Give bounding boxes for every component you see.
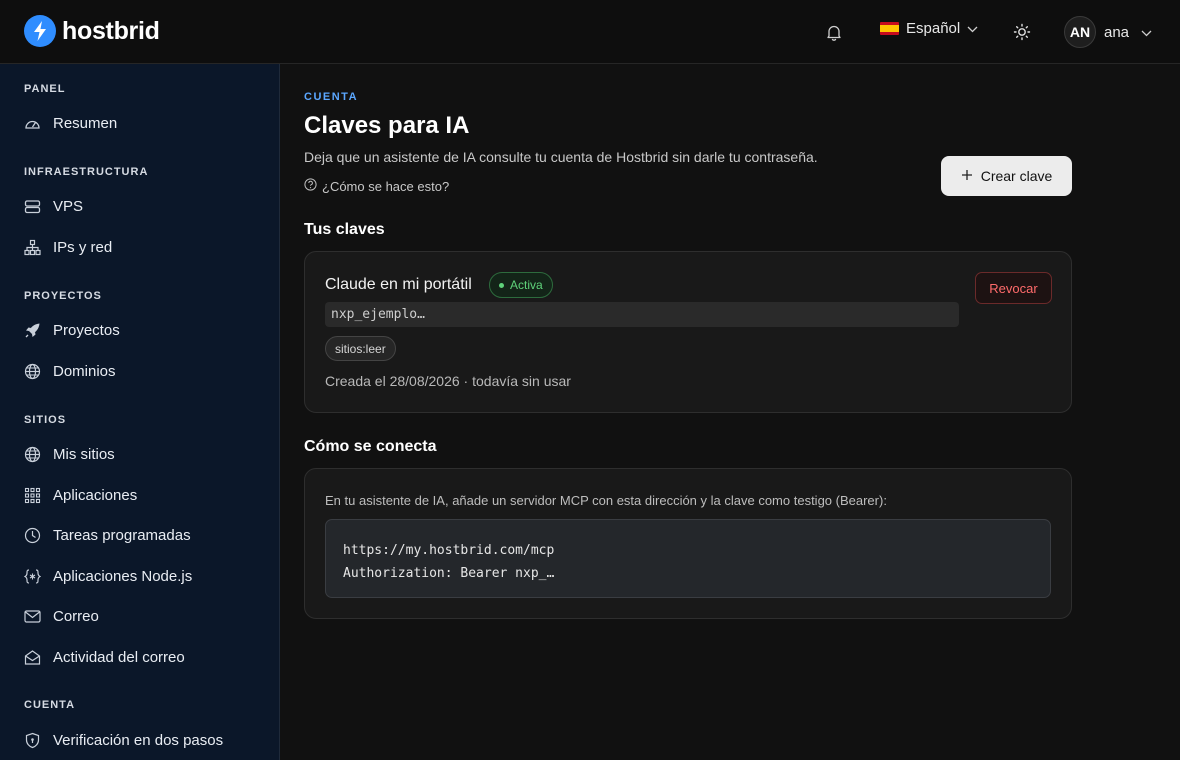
create-key-label: Crear clave xyxy=(980,168,1053,184)
language-label: Español xyxy=(906,20,961,37)
sidebar-item-vps[interactable]: VPS xyxy=(24,198,83,215)
clock-icon xyxy=(24,527,41,544)
plus-icon xyxy=(961,168,973,184)
server-icon xyxy=(24,198,41,215)
rocket-icon xyxy=(24,322,41,339)
braces-icon xyxy=(24,568,41,585)
section-title-infraestructura: INFRAESTRUCTURA xyxy=(24,166,149,178)
status-label: Activa xyxy=(510,278,543,292)
page-title: Claves para IA xyxy=(304,112,470,139)
revoke-button[interactable]: Revocar xyxy=(975,272,1052,304)
sidebar-item-label: Verificación en dos pasos xyxy=(53,732,224,749)
connect-heading: Cómo se conecta xyxy=(304,438,437,455)
keys-heading: Tus claves xyxy=(304,221,385,238)
sidebar-item-label: Correo xyxy=(53,608,99,625)
logo-text: hostbrid xyxy=(62,16,160,45)
sidebar-item-label: Mis sitios xyxy=(53,446,115,463)
avatar: AN xyxy=(1064,16,1096,48)
globe-icon xyxy=(24,363,41,380)
section-title-sitios: SITIOS xyxy=(24,414,67,426)
key-name: Claude en mi portátil xyxy=(325,276,472,293)
sidebar: PANEL Resumen INFRAESTRUCTURA VPS IPs y … xyxy=(0,64,280,760)
sidebar-item-label: Resumen xyxy=(53,115,118,132)
question-circle-icon xyxy=(304,178,317,194)
sun-icon[interactable] xyxy=(1011,21,1033,43)
sidebar-item-label: Tareas programadas xyxy=(53,527,191,544)
connect-card: En tu asistente de IA, añade un servidor… xyxy=(304,468,1072,619)
sidebar-item-actividad-del-correo[interactable]: Actividad del correo xyxy=(24,649,185,666)
section-title-cuenta: CUENTA xyxy=(24,699,76,711)
code-line-auth: Authorization: Bearer nxp_… xyxy=(343,566,555,581)
sidebar-item-verificacion-dos-pasos[interactable]: Verificación en dos pasos xyxy=(24,732,223,749)
code-block[interactable]: https://my.hostbrid.com/mcp Authorizatio… xyxy=(325,519,1051,598)
network-icon xyxy=(24,239,41,256)
sidebar-item-label: Aplicaciones xyxy=(53,487,138,504)
bolt-icon xyxy=(24,15,56,47)
sidebar-item-aplicaciones[interactable]: Aplicaciones xyxy=(24,487,137,504)
sidebar-item-resumen[interactable]: Resumen xyxy=(24,115,117,132)
globe-icon xyxy=(24,446,41,463)
gauge-icon xyxy=(24,115,41,132)
top-bar: hostbrid Español AN ana xyxy=(0,0,1180,64)
key-meta: Creada el 28/08/2026 · todavía sin usar xyxy=(325,373,571,389)
bell-icon[interactable] xyxy=(823,21,845,43)
code-line-url: https://my.hostbrid.com/mcp xyxy=(343,543,555,558)
sidebar-item-label: Actividad del correo xyxy=(53,649,185,666)
logo[interactable]: hostbrid xyxy=(24,15,160,47)
sidebar-item-dominios[interactable]: Dominios xyxy=(24,363,116,380)
sidebar-item-ips-y-red[interactable]: IPs y red xyxy=(24,239,112,256)
grid-icon xyxy=(24,487,41,504)
sidebar-item-label: Dominios xyxy=(53,363,116,380)
sidebar-item-tareas-programadas[interactable]: Tareas programadas xyxy=(24,527,191,544)
connect-instructions: En tu asistente de IA, añade un servidor… xyxy=(325,493,887,508)
page-description: Deja que un asistente de IA consulte tu … xyxy=(304,149,818,165)
create-key-button[interactable]: Crear clave xyxy=(941,156,1072,196)
user-name: ana xyxy=(1104,23,1130,41)
sidebar-item-aplicaciones-nodejs[interactable]: Aplicaciones Node.js xyxy=(24,568,192,585)
key-value[interactable]: nxp_ejemplo… xyxy=(325,302,959,327)
chevron-down-icon xyxy=(967,20,978,37)
sidebar-item-label: Aplicaciones Node.js xyxy=(53,568,193,585)
sidebar-item-label: Proyectos xyxy=(53,322,120,339)
user-menu[interactable]: AN ana xyxy=(1064,16,1152,48)
language-selector[interactable]: Español xyxy=(880,20,978,37)
sidebar-item-label: IPs y red xyxy=(53,239,113,256)
breadcrumb: CUENTA xyxy=(304,91,359,103)
chevron-down-icon xyxy=(1141,24,1152,41)
shield-icon xyxy=(24,732,41,749)
sidebar-item-correo[interactable]: Correo xyxy=(24,608,99,625)
section-title-panel: PANEL xyxy=(24,83,66,95)
section-title-proyectos: PROYECTOS xyxy=(24,290,102,302)
mail-icon xyxy=(24,608,41,625)
key-card: Claude en mi portátil Activa nxp_ejemplo… xyxy=(304,251,1072,413)
sidebar-item-mis-sitios[interactable]: Mis sitios xyxy=(24,446,115,463)
mail-activity-icon xyxy=(24,649,41,666)
sidebar-item-proyectos[interactable]: Proyectos xyxy=(24,322,120,339)
spain-flag-icon xyxy=(880,22,899,35)
status-badge: Activa xyxy=(489,272,553,298)
scope-chip: sitios:leer xyxy=(325,336,396,361)
sidebar-item-label: VPS xyxy=(53,198,84,215)
status-dot-icon xyxy=(499,282,504,288)
help-link-label: ¿Cómo se hace esto? xyxy=(322,178,450,194)
help-link[interactable]: ¿Cómo se hace esto? xyxy=(304,178,449,194)
